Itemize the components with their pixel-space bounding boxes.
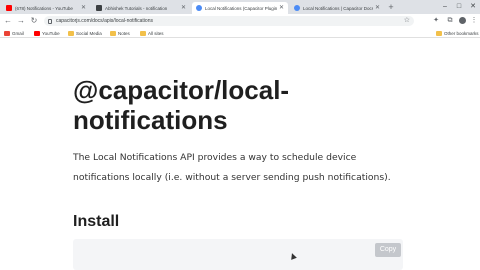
close-window-button[interactable]: ✕ — [468, 3, 478, 11]
url-text: capacitorjs.com/docs/apis/local-notifica… — [56, 18, 153, 24]
bookmark-label: YouTube — [42, 30, 60, 36]
forward-icon[interactable]: → — [16, 16, 26, 26]
address-bar[interactable]: capacitorjs.com/docs/apis/local-notifica… — [44, 16, 414, 26]
profile-avatar[interactable] — [459, 17, 466, 24]
tab-title: (678) Notifications - YouTube — [15, 5, 73, 11]
folder-icon — [110, 30, 116, 36]
user-favicon-icon — [96, 5, 102, 11]
bookmark-label: Social Media — [76, 30, 102, 36]
browser-tab-capacitor-docs[interactable]: Local Notifications | Capacitor Docs ✕ — [290, 2, 384, 14]
browser-tab-local-notifications[interactable]: Local Notifications (Capacitor Plugin) ✕ — [192, 2, 288, 14]
folder-icon — [436, 30, 442, 36]
minimize-button[interactable]: – — [440, 3, 450, 11]
close-tab-icon[interactable]: ✕ — [375, 5, 380, 11]
close-tab-icon[interactable]: ✕ — [181, 5, 186, 11]
close-tab-icon[interactable]: ✕ — [279, 5, 284, 11]
tab-strip: (678) Notifications - YouTube ✕ Abhishek… — [0, 0, 480, 14]
menu-kebab-icon[interactable]: ⋮ — [470, 17, 478, 25]
maximize-button[interactable]: □ — [454, 3, 464, 11]
page-description: The Local Notifications API provides a w… — [73, 152, 391, 183]
bookmark-folder-all-sites[interactable]: All sites — [140, 29, 164, 37]
back-icon[interactable]: ← — [3, 16, 13, 26]
browser-tab-youtube[interactable]: (678) Notifications - YouTube ✕ — [2, 2, 90, 14]
capacitor-favicon-icon — [196, 5, 202, 11]
close-tab-icon[interactable]: ✕ — [81, 5, 86, 11]
folder-icon — [140, 30, 146, 36]
tab-title: Local Notifications (Capacitor Plugin) — [205, 5, 277, 11]
capacitor-favicon-icon — [294, 5, 300, 11]
code-block: Copy — [73, 239, 403, 270]
reload-icon[interactable]: ↻ — [29, 16, 39, 26]
install-heading: Install — [73, 213, 120, 230]
tab-title: Abhishek Tutorials - notification — [105, 5, 168, 11]
copy-button[interactable]: Copy — [375, 243, 401, 257]
bookmark-folder-notes[interactable]: Notes — [110, 29, 130, 37]
tab-title: Local Notifications | Capacitor Docs — [303, 5, 373, 11]
youtube-icon — [34, 30, 40, 36]
gmail-icon — [4, 30, 10, 36]
bookmark-gmail[interactable]: Gmail — [4, 29, 24, 37]
bookmark-label: Notes — [118, 30, 130, 36]
bookmark-folder-other[interactable]: Other bookmarks — [436, 29, 479, 37]
bookmark-youtube[interactable]: YouTube — [34, 29, 60, 37]
bookmark-label: Gmail — [12, 30, 24, 36]
youtube-favicon-icon — [6, 5, 12, 11]
bookmark-folder-social-media[interactable]: Social Media — [68, 29, 102, 37]
bookmarks-bar: Gmail YouTube Social Media Notes All sit… — [0, 28, 480, 38]
page-title: @capacitor/local-notifications — [73, 75, 290, 135]
lock-icon — [48, 18, 52, 24]
new-tab-button[interactable]: + — [386, 2, 396, 12]
extension-icon[interactable]: ✦ — [432, 17, 440, 25]
extensions-puzzle-icon[interactable]: ⧉ — [446, 17, 454, 25]
folder-icon — [68, 30, 74, 36]
page-content: @capacitor/local-notifications The Local… — [0, 38, 480, 270]
browser-toolbar: ← → ↻ capacitorjs.com/docs/apis/local-no… — [0, 14, 480, 28]
browser-tab-abhishek[interactable]: Abhishek Tutorials - notification ✕ — [92, 2, 190, 14]
bookmark-star-icon[interactable]: ☆ — [404, 17, 410, 25]
bookmark-label: Other bookmarks — [444, 30, 479, 36]
bookmark-label: All sites — [148, 30, 164, 36]
